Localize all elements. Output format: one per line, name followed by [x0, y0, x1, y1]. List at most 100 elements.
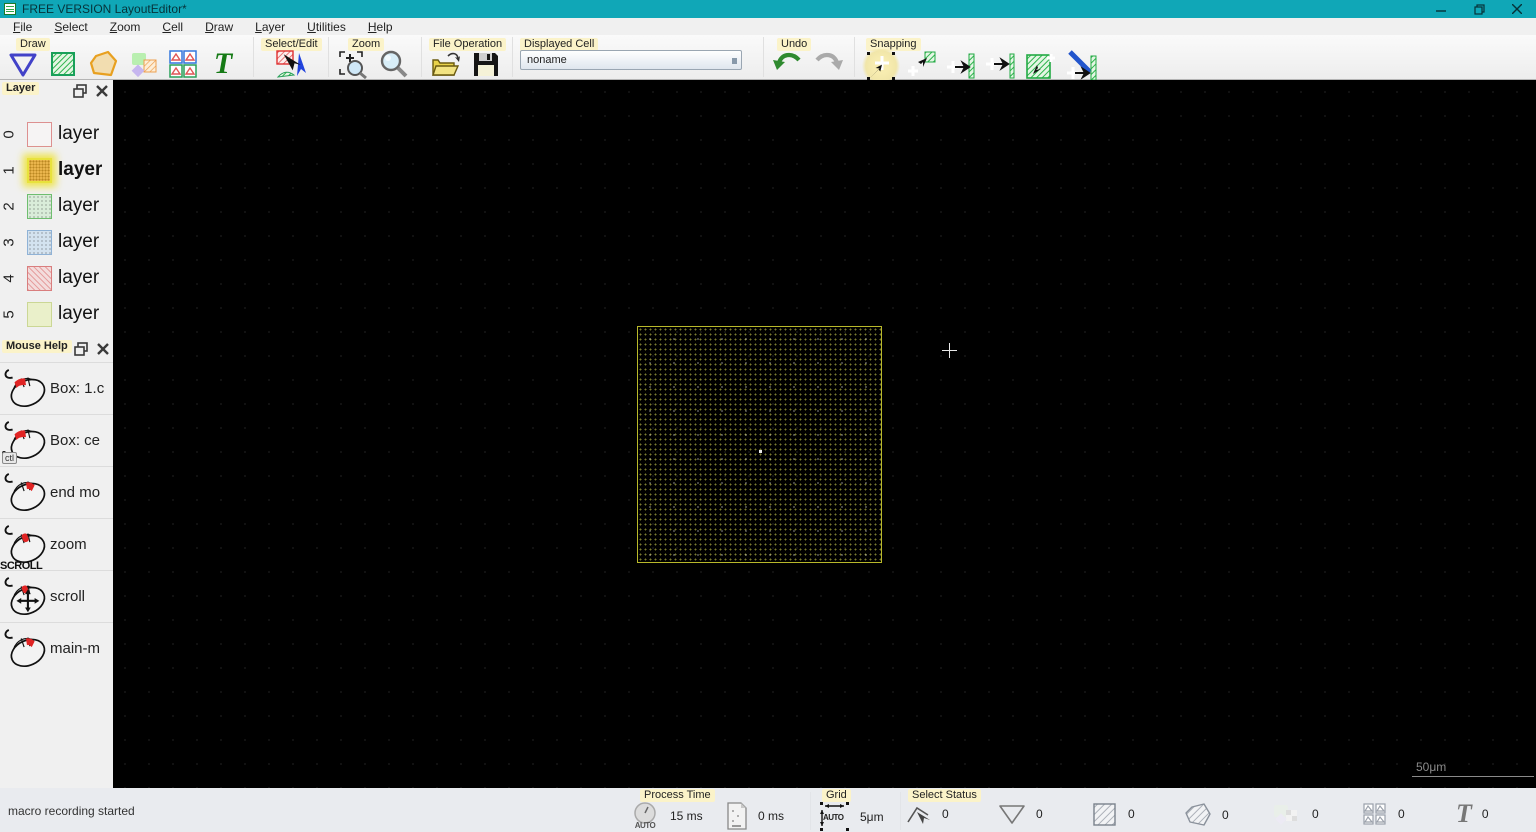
layer-row-2[interactable]: 2 layer [0, 188, 113, 224]
cellref-tool-button[interactable] [166, 49, 200, 79]
process-time-doc: 0 ms [726, 802, 784, 830]
shapes-tool-button[interactable] [126, 49, 160, 79]
polygon-tool-icon [89, 50, 118, 77]
close-button[interactable] [1498, 0, 1536, 18]
select-polygon-icon [1185, 803, 1211, 826]
title-bar: FREE VERSION LayoutEditor* [0, 0, 1536, 18]
mouse-help-header: Mouse Help [0, 338, 113, 362]
layer-swatch[interactable] [27, 229, 52, 255]
mouse-help-close-button[interactable] [94, 340, 112, 358]
select-path-icon [999, 805, 1025, 824]
menu-zoom[interactable]: Zoom [99, 20, 152, 34]
menu-help[interactable]: Help [357, 20, 404, 34]
layer-row-3[interactable]: 3 layer [0, 224, 113, 260]
menu-draw[interactable]: Draw [194, 20, 244, 34]
path-tool-icon [9, 53, 37, 77]
snap-edge-icon [947, 53, 975, 79]
mouse-help-item-main-menu: main-m [0, 622, 113, 674]
select-count-arrayrefs: 0 [1362, 802, 1405, 826]
menu-layer[interactable]: Layer [244, 20, 296, 34]
zoom-icon [380, 50, 408, 78]
status-bar: macro recording started Process Time AUT… [0, 788, 1536, 832]
layout-canvas[interactable]: 50μm [113, 80, 1536, 788]
process-time-doc-value: 0 ms [758, 809, 785, 823]
snap-corner-button[interactable] [902, 49, 940, 83]
layer-index: 1 [0, 165, 18, 175]
toolbar-section-select-edit: Select/Edit [255, 35, 327, 79]
menu-cell[interactable]: Cell [151, 20, 194, 34]
snap-edge-button[interactable] [942, 49, 980, 83]
layer-swatch-selected[interactable] [27, 157, 52, 183]
left-dock: Layer 0 layer 1 layer 2 layer 3 layer 4 … [0, 80, 113, 788]
select-point-icon [907, 806, 930, 824]
toolbar-section-zoom: Zoom [330, 35, 420, 79]
layer-panel-close-button[interactable] [93, 82, 111, 100]
snap-area-button[interactable] [1022, 49, 1060, 83]
select-edit-button[interactable] [275, 49, 309, 79]
window-controls [1422, 0, 1536, 18]
layer-swatch[interactable] [27, 265, 52, 291]
close-icon [96, 85, 108, 97]
box-tool-button[interactable] [46, 49, 80, 79]
grid-label: Grid [822, 789, 851, 802]
open-file-button[interactable] [429, 49, 463, 79]
status-message: macro recording started [8, 804, 135, 818]
zoom-region-button[interactable] [336, 49, 370, 79]
minimize-icon [1436, 10, 1446, 12]
scale-bar-line [1412, 776, 1534, 777]
layer-row-4[interactable]: 4 layer [0, 260, 113, 296]
snap-grid-button[interactable] [862, 49, 900, 83]
path-tool-button[interactable] [6, 49, 40, 79]
box-tool-icon [51, 52, 75, 76]
snap-line-button[interactable] [1062, 49, 1100, 83]
layer-label: layer [58, 195, 100, 216]
cell-boundary-box[interactable] [637, 326, 882, 563]
save-file-button[interactable] [469, 49, 503, 79]
scale-bar: 50μm [1412, 760, 1534, 777]
layer-label: layer [58, 303, 100, 324]
status-separator [900, 792, 901, 830]
cursor-crosshair [942, 343, 957, 358]
layer-label: layer [58, 267, 100, 288]
zoom-button[interactable] [376, 49, 410, 79]
mouse-pan-icon [0, 575, 52, 619]
mouse-help-float-button[interactable] [72, 340, 90, 358]
mouse-help-label: Box: 1.c [50, 380, 105, 397]
layer-row-1[interactable]: 1 layer [0, 152, 113, 188]
redo-button[interactable] [811, 49, 845, 79]
snap-line-icon [1067, 50, 1097, 81]
menu-utilities[interactable]: Utilities [296, 20, 357, 34]
snap-edge2-button[interactable] [982, 49, 1020, 83]
select-text-icon: T [1456, 799, 1472, 828]
select-count-texts: T 0 [1456, 799, 1489, 828]
document-icon [727, 802, 747, 830]
select-count-cellrefs: 0 [1272, 802, 1319, 826]
displayed-cell-select[interactable]: noname [520, 50, 742, 70]
layer-panel-title: Layer [2, 82, 40, 95]
undo-button[interactable] [771, 49, 805, 79]
text-tool-icon: T [213, 47, 233, 80]
maximize-button[interactable] [1460, 0, 1498, 18]
process-time-label: Process Time [640, 789, 715, 802]
polygon-tool-button[interactable] [86, 49, 120, 79]
toolbar: Draw T Select/Edit Zoom File Operation D… [0, 35, 1536, 83]
save-file-icon [474, 53, 498, 76]
mouse-help-panel: Mouse Help Box: 1.c Box: ce ctl end mo z… [0, 338, 113, 674]
layer-swatch[interactable] [27, 301, 52, 327]
grid-status: AUTO 5μm [820, 802, 884, 832]
layer-swatch[interactable] [27, 193, 52, 219]
layer-row-5[interactable]: 5 layer [0, 296, 113, 332]
minimize-button[interactable] [1422, 0, 1460, 18]
layer-label: layer [58, 231, 100, 252]
zoom-region-icon [339, 51, 367, 79]
menu-file[interactable]: File [2, 20, 43, 34]
select-box-icon [1093, 803, 1116, 826]
toolbar-separator [854, 37, 855, 77]
layer-swatch[interactable] [27, 121, 52, 147]
layer-panel-float-button[interactable] [71, 82, 89, 100]
layer-row-0[interactable]: 0 layer [0, 116, 113, 152]
close-icon [1512, 4, 1522, 14]
text-tool-button[interactable]: T [206, 49, 240, 79]
toolbar-section-undo: Undo [765, 35, 853, 79]
menu-select[interactable]: Select [43, 20, 98, 34]
